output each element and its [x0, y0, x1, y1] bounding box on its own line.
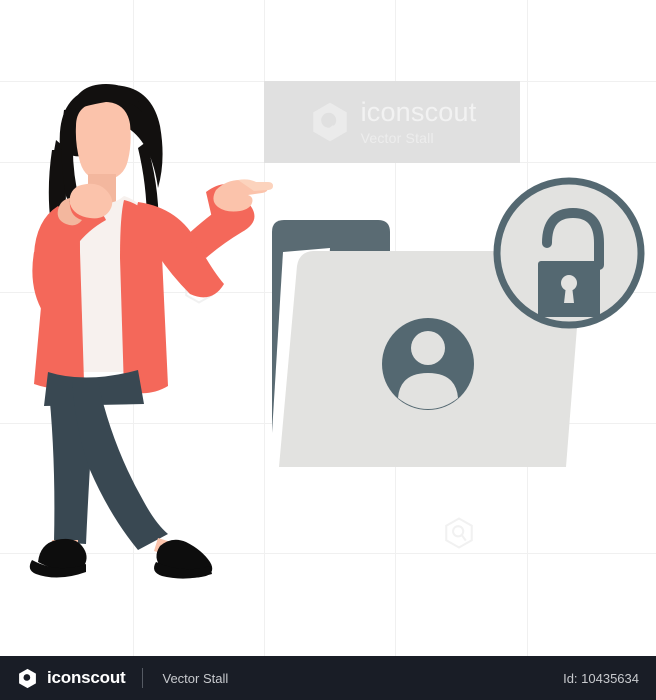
face	[75, 101, 131, 181]
illustration-canvas: iconscout Vector Stall	[0, 0, 656, 656]
iconscout-hex-logo-icon	[19, 668, 36, 688]
footer-brand-name: iconscout	[47, 668, 126, 687]
footer-author-name: Vector Stall	[162, 670, 229, 686]
shoe-left	[38, 538, 87, 571]
footer-asset-id: Id: 10435634	[563, 670, 639, 686]
woman-pointing	[29, 84, 273, 579]
footer-brand-group[interactable]: iconscout Vector Stall	[17, 668, 228, 689]
illustration-stage: iconscout Vector Stall iconscout Vector …	[0, 0, 656, 700]
avatar-head	[411, 331, 445, 365]
vector-artwork	[29, 84, 645, 579]
footer-divider	[141, 668, 143, 688]
user-avatar-icon	[382, 318, 474, 410]
footer-bar: iconscout Vector Stall Id: 10435634	[0, 656, 656, 700]
unlocked-padlock-icon	[493, 177, 645, 329]
